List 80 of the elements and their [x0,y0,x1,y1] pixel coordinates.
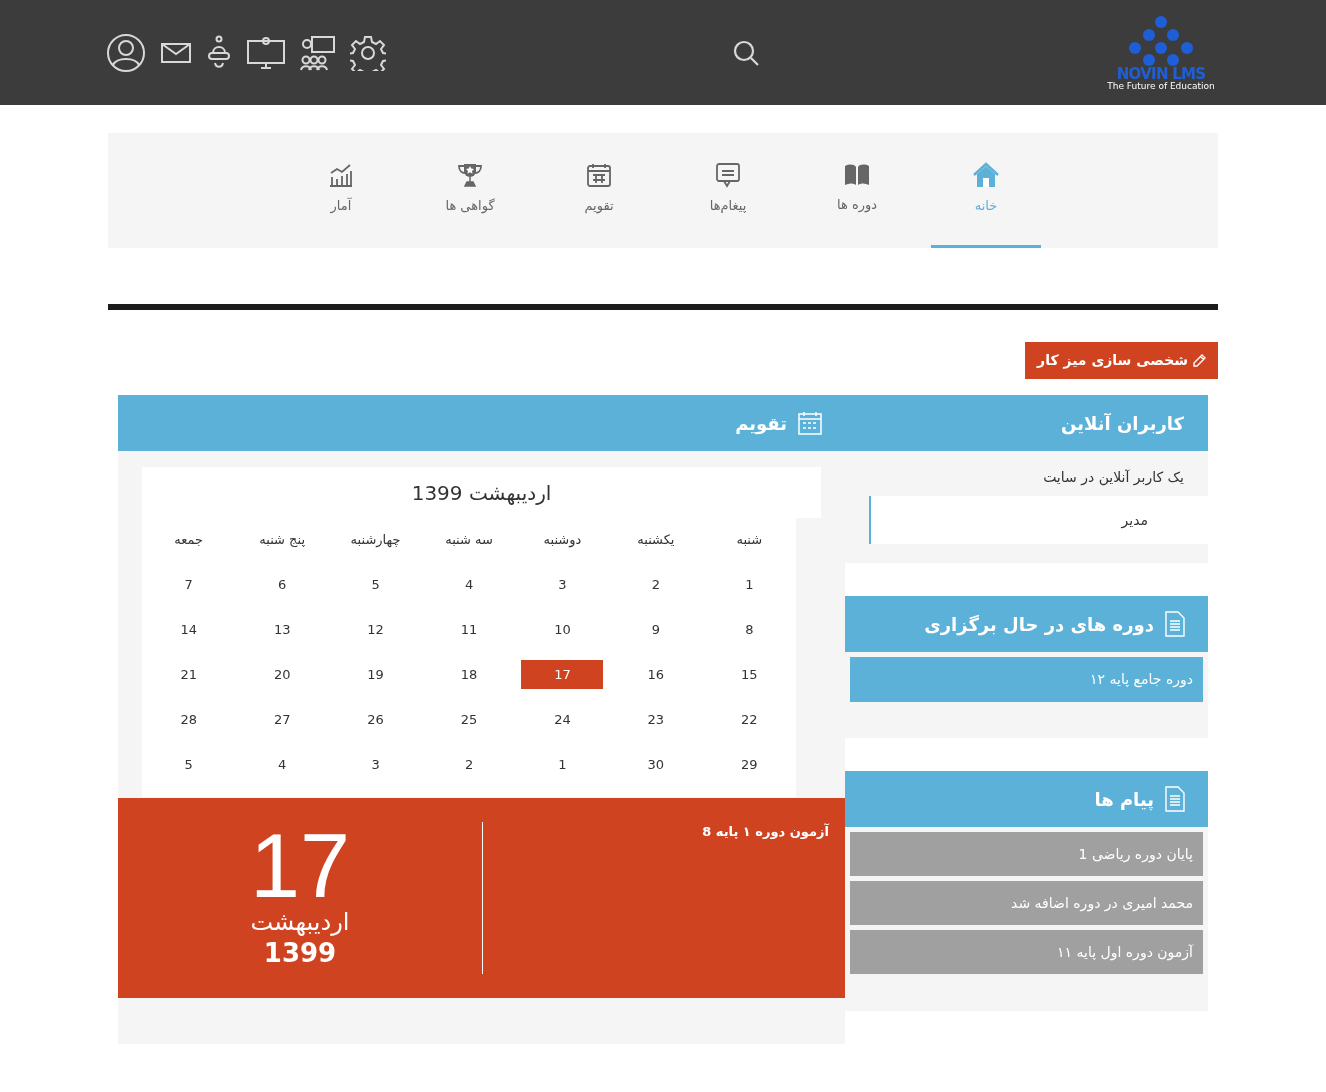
calendar-day[interactable]: 25 [428,705,510,734]
calendar-day[interactable]: 21 [147,660,230,689]
calendar-day[interactable]: 3 [334,750,417,779]
nav-tab[interactable]: آمار [286,133,396,248]
calendar-day[interactable]: 5 [147,750,230,779]
calendar-day[interactable]: 19 [334,660,417,689]
calendar-day[interactable]: 16 [614,660,697,689]
speech-bubble-icon [715,162,741,189]
trophy-icon [457,162,483,189]
pencil-icon [1192,353,1206,368]
customize-dashboard-button[interactable]: شخصی سازی میز کار [1025,342,1218,379]
calendar-icon [586,162,612,189]
calendar-day[interactable]: 9 [614,615,697,644]
online-user-item[interactable]: مدیر [869,496,1208,544]
classroom-icon[interactable] [300,34,336,71]
weekday-label: یکشنبه [636,531,676,550]
selected-day-number: 17 [249,826,351,908]
weekday-label: شنبه [735,531,764,550]
logo-name: NOVIN LMS [1116,66,1206,82]
mail-icon[interactable] [160,41,192,64]
logo-tagline: The Future of Education [1107,81,1215,91]
online-users-summary: یک کاربر آنلاین در سایت [1042,468,1184,488]
weekday-label: سه شنبه [444,531,494,550]
calendar-day[interactable]: 11 [428,615,510,644]
active-courses-title: دوره های در حال برگزاری [924,612,1154,638]
home-icon [972,162,1000,189]
month-title: اردیبهشت 1399 [411,479,552,507]
logo[interactable]: NOVIN LMS The Future of Education [1106,14,1216,91]
calendar-day[interactable]: 1 [521,750,604,779]
online-users-title: کاربران آنلاین [1060,411,1185,437]
calendar-day[interactable]: 13 [241,615,324,644]
calendar-day[interactable]: 23 [614,705,697,734]
calendar-day[interactable]: 14 [147,615,230,644]
calendar-day[interactable]: 6 [241,570,324,599]
nav-tab[interactable]: تقویم [544,133,654,248]
weekday-label: جمعه [173,531,205,550]
weekday-label: دوشنبه [542,531,583,550]
calendar-day[interactable]: 17 [521,660,604,689]
book-icon [843,163,871,188]
calendar-day[interactable]: 4 [428,570,510,599]
weekday-label: چهارشنبه [349,531,402,550]
calendar-day[interactable]: 7 [147,570,230,599]
calendar-day[interactable]: 28 [147,705,230,734]
logo-mark-icon [1127,14,1195,67]
weekday-label: پنج شنبه [258,531,307,550]
bar-chart-icon [328,162,354,189]
nav-tab[interactable]: پیغام‌ها [673,133,783,248]
search-icon[interactable] [732,38,760,67]
calendar-day[interactable]: 30 [614,750,697,779]
calendar-day[interactable]: 29 [708,750,791,779]
document-icon [1164,786,1186,812]
calendar-day[interactable]: 24 [521,705,604,734]
calendar-day[interactable]: 1 [708,570,791,599]
calendar-day[interactable]: 4 [241,750,324,779]
calendar-day[interactable]: 3 [521,570,604,599]
calendar-title: تقویم [735,411,787,437]
calendar-day[interactable]: 22 [708,705,791,734]
nav-tab[interactable]: گواهی ها [415,133,525,248]
calendar-day[interactable]: 8 [708,615,791,644]
calendar-day[interactable]: 18 [428,660,510,689]
event-title[interactable]: آزمون دوره ۱ پایه 8 [483,822,829,842]
monitor-icon[interactable] [246,35,286,70]
calendar-day[interactable]: 10 [521,615,604,644]
selected-year: 1399 [263,937,337,970]
calendar-day[interactable]: 15 [708,660,791,689]
bell-icon[interactable] [206,34,232,71]
calendar-day[interactable]: 26 [334,705,417,734]
nav-tab[interactable]: دوره ها [802,133,912,248]
calendar-day[interactable]: 2 [614,570,697,599]
calendar-day[interactable]: 27 [241,705,324,734]
messages-title: پیام ها [1094,787,1154,813]
calendar-day[interactable]: 20 [241,660,324,689]
calendar-day[interactable]: 5 [334,570,417,599]
user-icon[interactable] [106,32,146,73]
settings-icon[interactable] [350,34,386,71]
document-icon [1164,611,1186,637]
calendar-day[interactable]: 12 [334,615,417,644]
calendar-day[interactable]: 2 [428,750,510,779]
selected-month: اردیبهشت [250,907,350,938]
calendar-icon [797,410,823,436]
